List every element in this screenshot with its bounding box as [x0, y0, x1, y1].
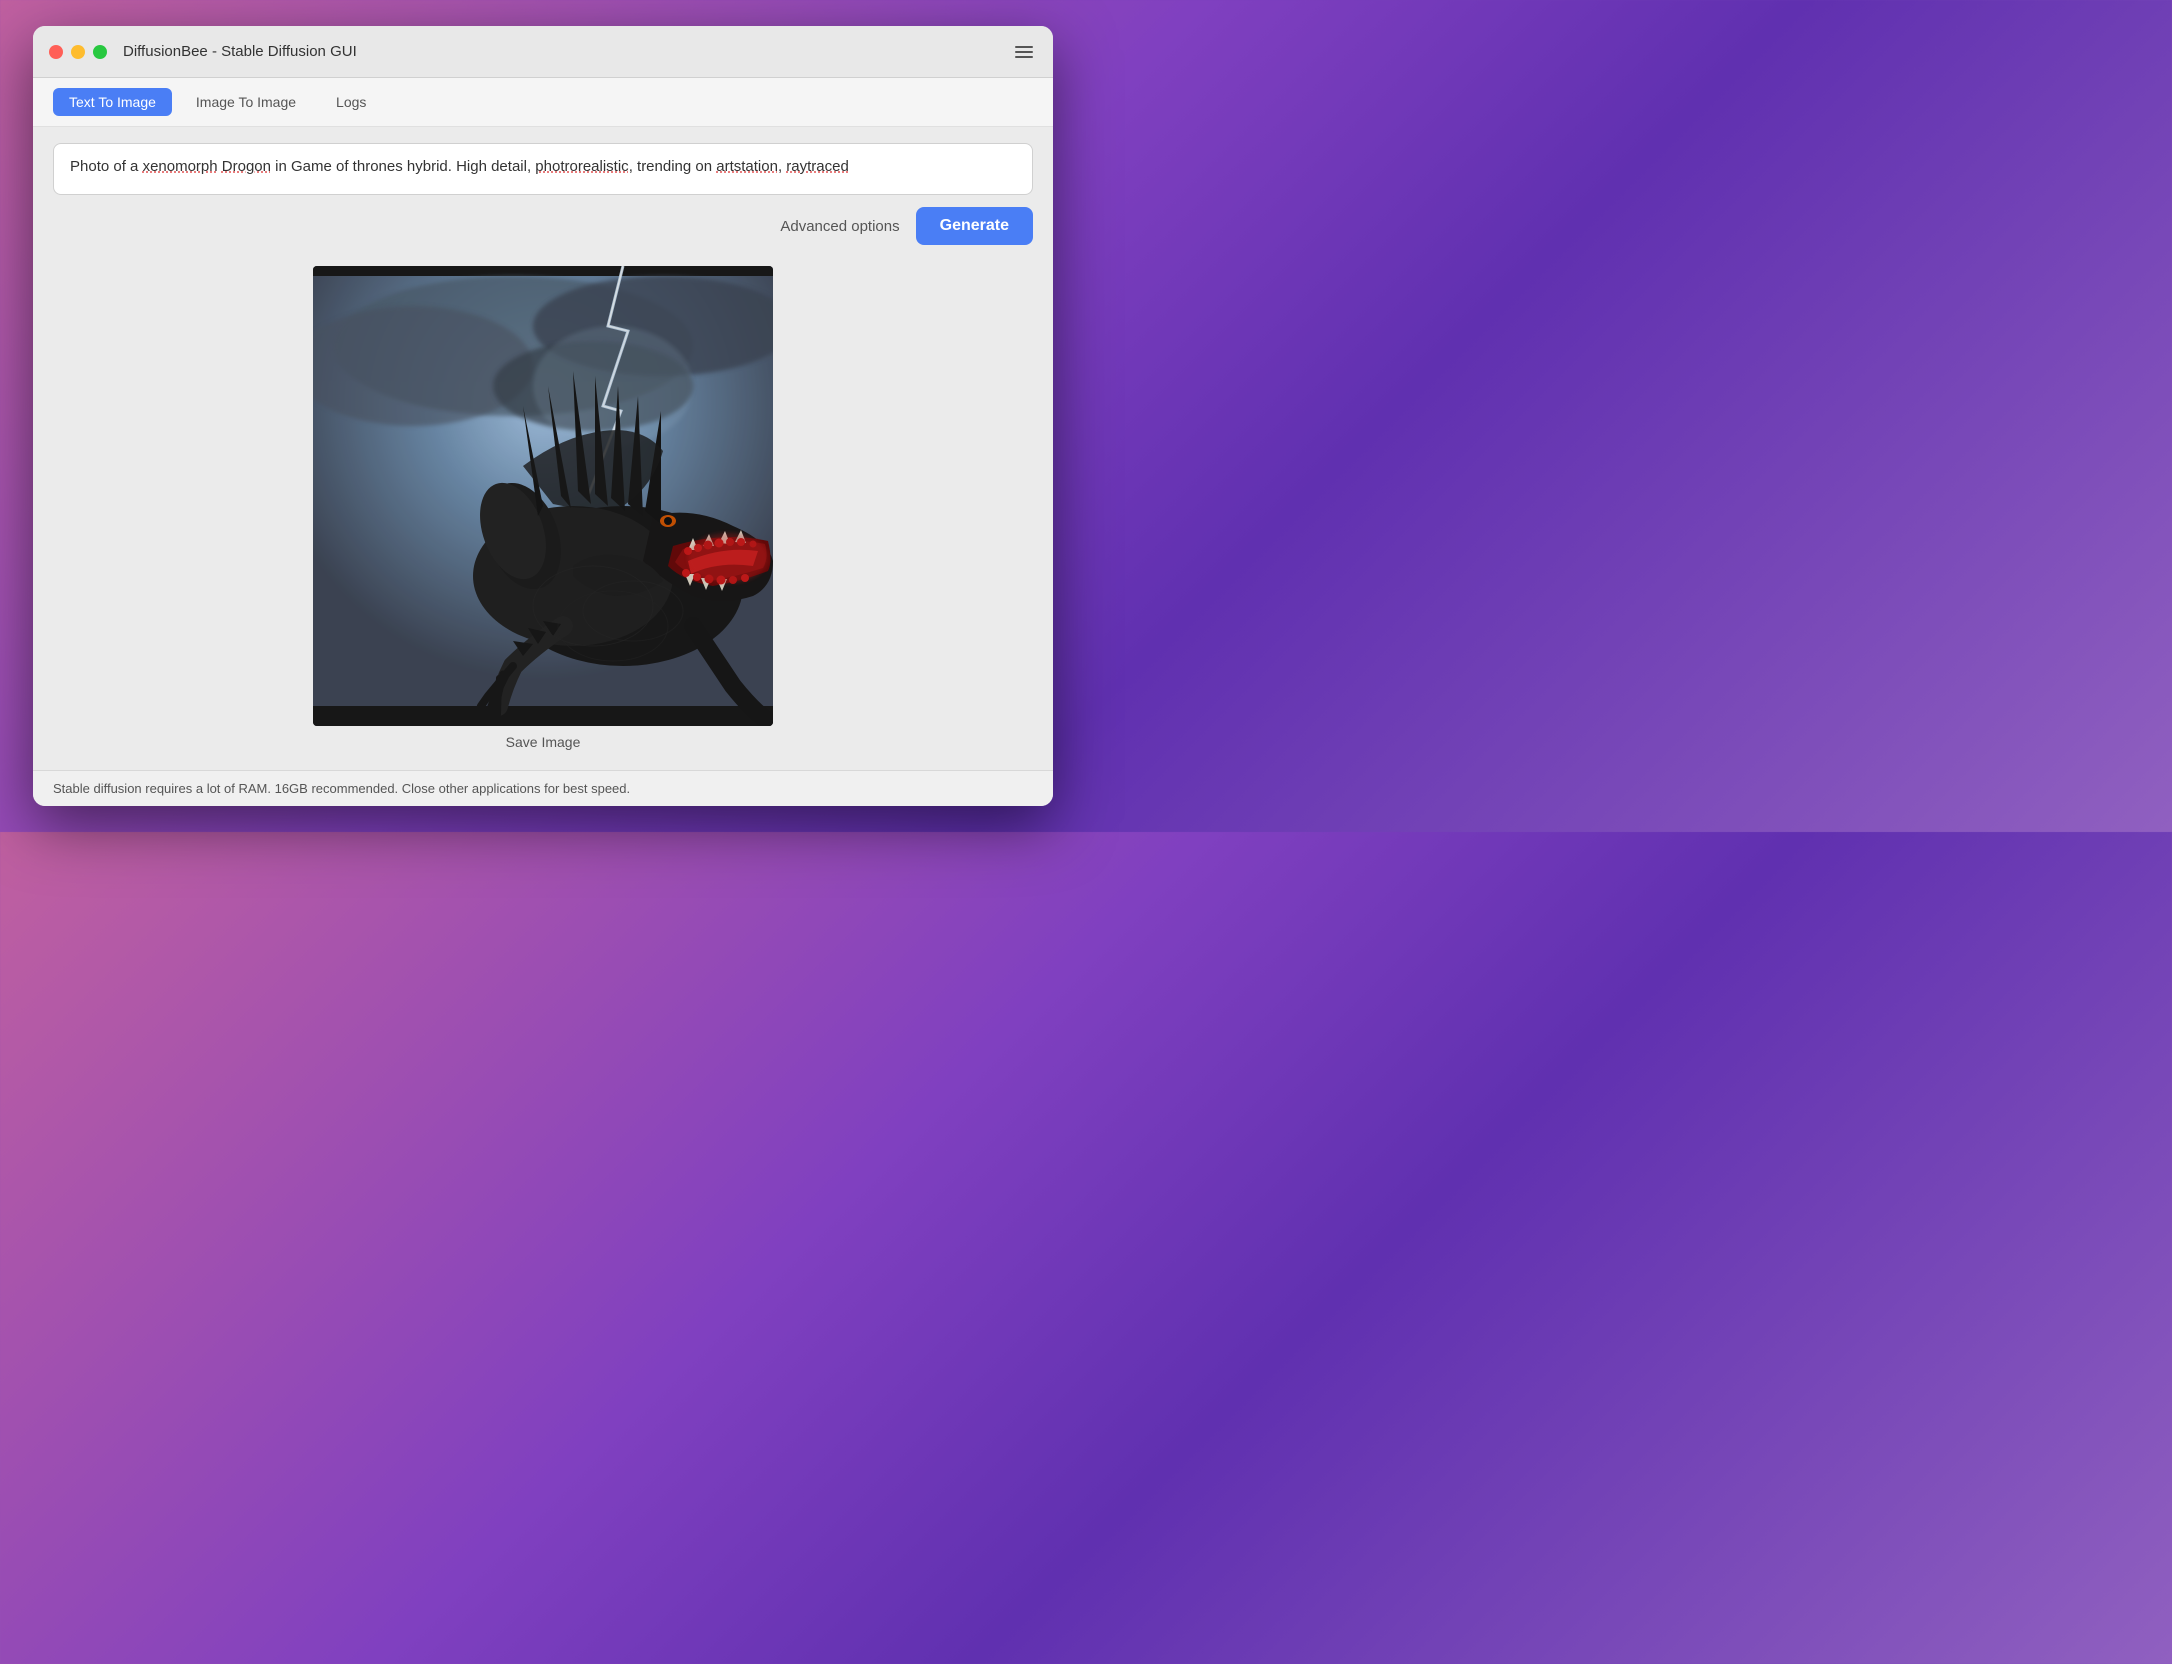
tab-text-to-image[interactable]: Text To Image	[53, 88, 172, 116]
controls-row: Advanced options Generate	[53, 207, 1033, 245]
menu-button[interactable]	[1011, 42, 1037, 62]
main-content: Photo of a xenomorph Drogon in Game of t…	[33, 127, 1053, 770]
close-button[interactable]	[49, 45, 63, 59]
save-image-label[interactable]: Save Image	[506, 734, 581, 750]
minimize-button[interactable]	[71, 45, 85, 59]
generated-image-wrapper: Save Image	[313, 266, 773, 750]
menu-icon	[1015, 51, 1033, 53]
window-title: DiffusionBee - Stable Diffusion GUI	[123, 43, 1011, 60]
image-svg	[313, 266, 773, 726]
word-artstation: artstation	[716, 158, 778, 175]
traffic-lights	[49, 45, 107, 59]
advanced-options-link[interactable]: Advanced options	[780, 218, 899, 235]
menu-icon	[1015, 56, 1033, 58]
word-drogon: Drogon	[222, 158, 271, 175]
tab-logs[interactable]: Logs	[320, 88, 382, 116]
maximize-button[interactable]	[93, 45, 107, 59]
prompt-input[interactable]: Photo of a xenomorph Drogon in Game of t…	[53, 143, 1033, 195]
menu-icon	[1015, 46, 1033, 48]
footer-bar: Stable diffusion requires a lot of RAM. …	[33, 770, 1053, 806]
navbar: Text To Image Image To Image Logs	[33, 78, 1053, 127]
titlebar: DiffusionBee - Stable Diffusion GUI	[33, 26, 1053, 78]
footer-message: Stable diffusion requires a lot of RAM. …	[53, 781, 630, 796]
generate-button[interactable]: Generate	[916, 207, 1033, 245]
word-xenomorph: xenomorph	[143, 158, 218, 175]
generated-image	[313, 266, 773, 726]
word-photrorealistic: photrorealistic	[535, 158, 628, 175]
image-container: Save Image	[53, 261, 1033, 754]
prompt-text: Photo of a xenomorph Drogon in Game of t…	[70, 158, 849, 175]
app-window: DiffusionBee - Stable Diffusion GUI Text…	[33, 26, 1053, 806]
tab-image-to-image[interactable]: Image To Image	[180, 88, 312, 116]
word-raytraced: raytraced	[786, 158, 849, 175]
